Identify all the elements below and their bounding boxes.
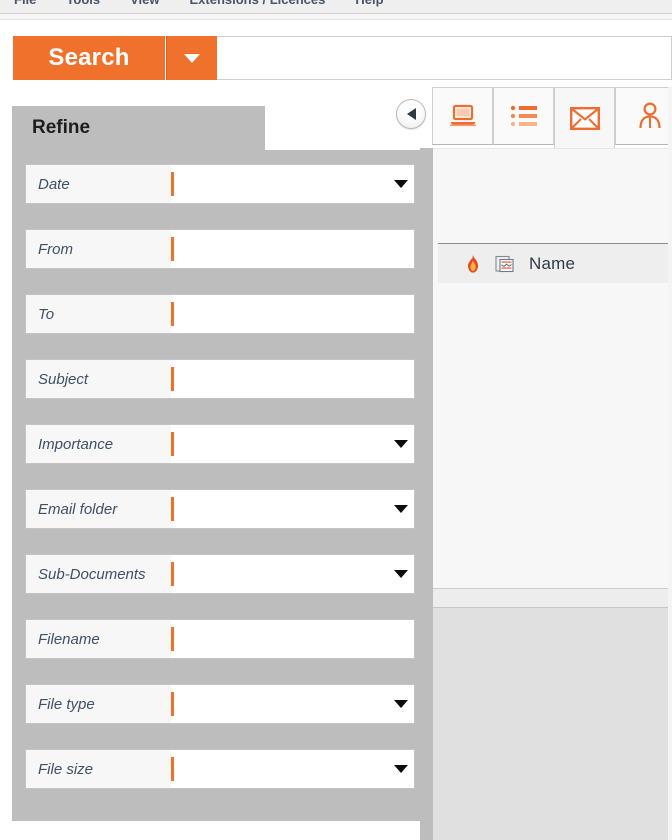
refine-field-file-size[interactable]: File size [25, 749, 415, 789]
refine-field-input[interactable] [174, 230, 414, 268]
back-arrow-icon [396, 99, 426, 129]
menu-item-tools[interactable]: Tools [66, 0, 100, 14]
chevron-down-icon[interactable] [388, 555, 414, 593]
refine-field-label: Subject [26, 360, 171, 398]
refine-panel-title: Refine [32, 117, 91, 138]
refine-field-label: Importance [26, 425, 171, 463]
window-right-edge [668, 87, 672, 840]
search-bar: Search [0, 21, 672, 87]
refine-field-input[interactable] [174, 490, 388, 528]
search-button[interactable]: Search [13, 36, 165, 80]
results-panel-scrollbar[interactable] [420, 148, 433, 840]
flame-icon [465, 254, 481, 274]
refine-field-label: Email folder [26, 490, 171, 528]
chevron-down-icon[interactable] [388, 165, 414, 203]
results-list: Name [433, 148, 672, 588]
refine-field-label: File size [26, 750, 171, 788]
envelope-icon [569, 106, 600, 130]
refine-field-label: Sub-Documents [26, 555, 171, 593]
module-tab-strip [386, 87, 672, 149]
refine-field-sub-documents[interactable]: Sub-Documents [25, 554, 415, 594]
menu-item-file[interactable]: File [14, 0, 36, 14]
laptop-icon [449, 104, 476, 127]
application-window: File Tools View Extensions / Licences He… [0, 0, 672, 840]
search-dropdown-button[interactable] [166, 36, 217, 80]
refine-field-input[interactable] [174, 425, 388, 463]
refine-field-file-type[interactable]: File type [25, 684, 415, 724]
tab-computer[interactable] [432, 87, 493, 145]
tab-contacts[interactable] [615, 87, 672, 145]
results-column-name-label: Name [529, 253, 576, 273]
person-icon [638, 102, 661, 129]
refine-field-label: From [26, 230, 171, 268]
menu-item-extensions[interactable]: Extensions / Licences [190, 0, 326, 14]
chevron-down-icon[interactable] [388, 750, 414, 788]
refine-field-input[interactable] [174, 360, 414, 398]
refine-field-label: Filename [26, 620, 171, 658]
refine-field-input[interactable] [174, 750, 388, 788]
back-button[interactable] [392, 95, 430, 133]
menu-bar: File Tools View Extensions / Licences He… [0, 0, 672, 14]
chevron-down-icon[interactable] [388, 490, 414, 528]
refine-field-email-folder[interactable]: Email folder [25, 489, 415, 529]
tab-email[interactable] [554, 87, 615, 149]
refine-field-label: File type [26, 685, 171, 723]
search-input[interactable] [217, 36, 672, 80]
results-panel: Name [433, 148, 672, 840]
refine-field-filename[interactable]: Filename [25, 619, 415, 659]
refine-panel: Date From To Subject Importance Email fo… [12, 150, 433, 821]
refine-field-input[interactable] [174, 620, 414, 658]
list-icon [510, 105, 537, 127]
document-icon [495, 254, 515, 274]
refine-field-label: Date [26, 165, 171, 203]
menu-item-help[interactable]: Help [355, 0, 383, 14]
results-preview-pane [433, 608, 672, 840]
refine-field-date[interactable]: Date [25, 164, 415, 204]
search-button-label: Search [48, 44, 130, 71]
menu-bar-divider [0, 14, 672, 20]
menu-item-view[interactable]: View [130, 0, 159, 14]
chevron-down-icon[interactable] [388, 425, 414, 463]
refine-field-input[interactable] [174, 295, 414, 333]
refine-field-input[interactable] [174, 555, 388, 593]
refine-field-input[interactable] [174, 685, 388, 723]
refine-field-from[interactable]: From [25, 229, 415, 269]
refine-field-label: To [26, 295, 171, 333]
results-preview-splitter[interactable] [433, 588, 672, 608]
tab-list[interactable] [493, 87, 554, 145]
refine-field-input[interactable] [174, 165, 388, 203]
refine-field-importance[interactable]: Importance [25, 424, 415, 464]
refine-field-subject[interactable]: Subject [25, 359, 415, 399]
results-column-header[interactable]: Name [438, 243, 672, 283]
refine-panel-tab[interactable]: Refine [12, 106, 265, 150]
caret-down-icon [184, 53, 200, 63]
refine-field-to[interactable]: To [25, 294, 415, 334]
chevron-down-icon[interactable] [388, 685, 414, 723]
